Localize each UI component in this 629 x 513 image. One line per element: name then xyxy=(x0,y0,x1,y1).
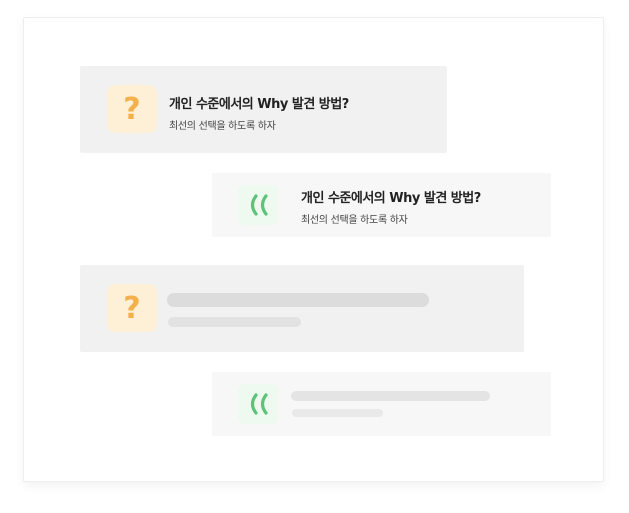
question-subtitle: 최선의 선택을 하도록 하자 xyxy=(169,121,276,132)
question-mark-icon: ? xyxy=(107,284,157,332)
answer-card[interactable]: 개인 수준에서의 Why 발견 방법? 최선의 선택을 하도록 하자 xyxy=(212,173,551,237)
quote-icon xyxy=(238,384,278,424)
question-card[interactable]: ? 개인 수준에서의 Why 발견 방법? 최선의 선택을 하도록 하자 xyxy=(80,66,447,153)
answer-card-skeleton xyxy=(212,372,551,436)
skeleton-subtitle-line xyxy=(292,409,383,417)
answer-subtitle: 최선의 선택을 하도록 하자 xyxy=(301,215,408,226)
answer-title: 개인 수준에서의 Why 발견 방법? xyxy=(301,191,481,206)
skeleton-title-line xyxy=(167,293,429,307)
question-title: 개인 수준에서의 Why 발견 방법? xyxy=(169,97,349,112)
skeleton-title-line xyxy=(291,391,490,401)
skeleton-subtitle-line xyxy=(168,317,301,327)
quote-icon-shape xyxy=(250,393,268,415)
content-panel: ? 개인 수준에서의 Why 발견 방법? 최선의 선택을 하도록 하자 개인 … xyxy=(23,17,604,482)
question-card-skeleton: ? xyxy=(80,265,524,352)
quote-icon xyxy=(238,185,278,225)
quote-icon-shape xyxy=(250,194,268,216)
question-mark-icon: ? xyxy=(107,85,157,133)
